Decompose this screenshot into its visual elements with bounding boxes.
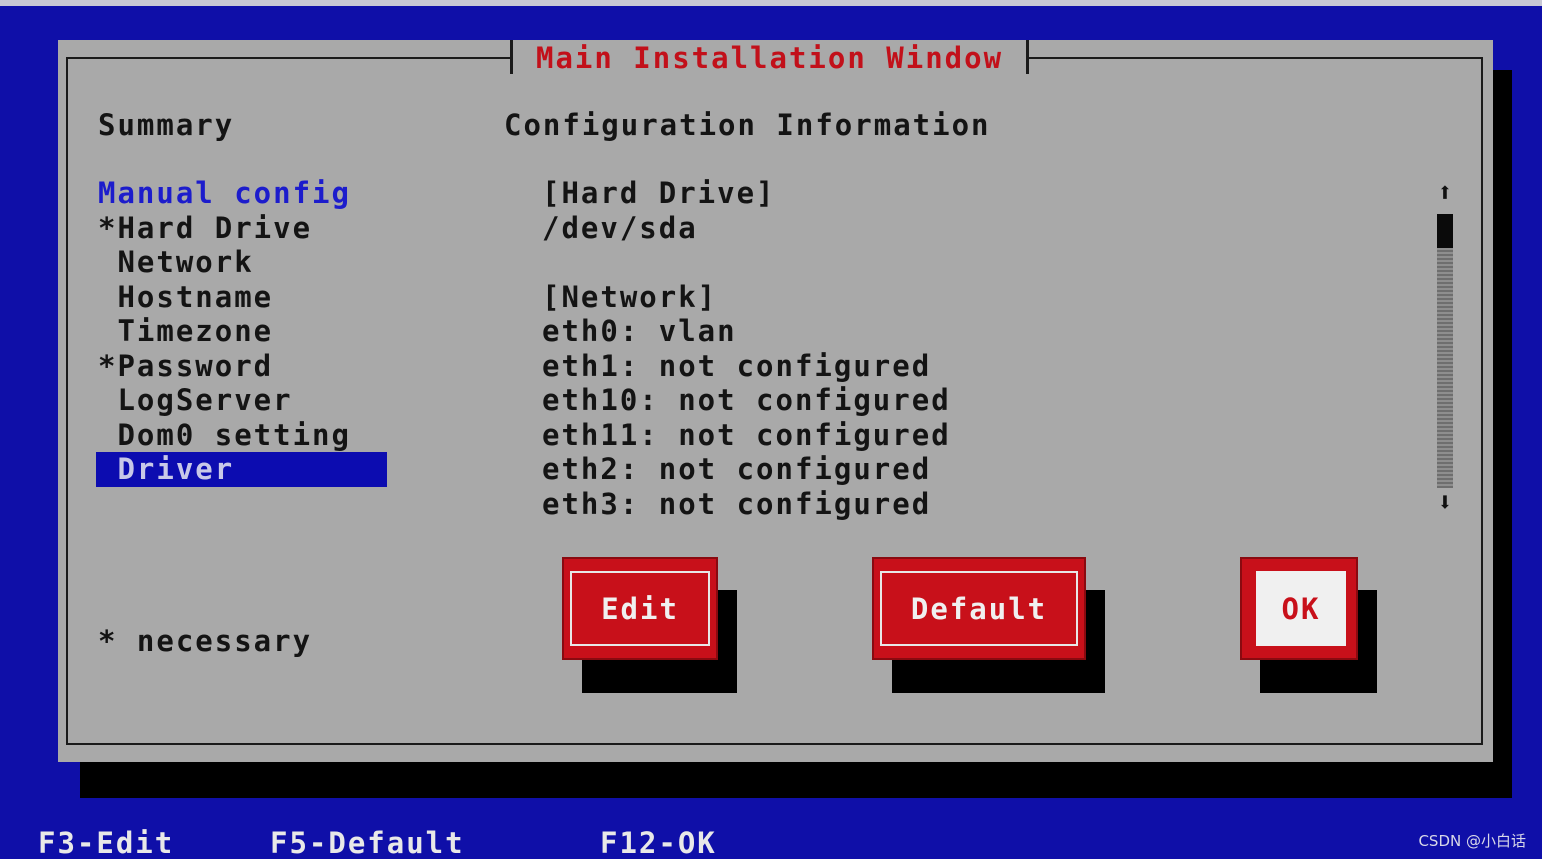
title-tick-right [1026, 40, 1030, 74]
necessary-note: * necessary [98, 624, 313, 658]
top-border [0, 0, 1542, 6]
menu-item-timezone[interactable]: Timezone [96, 314, 387, 349]
main-installation-window: Main Installation Window Summary Configu… [58, 40, 1493, 762]
menu-item-password[interactable]: *Password [96, 349, 387, 384]
f5-default-key[interactable]: F5-Default [270, 826, 465, 859]
menu-item-dom0-setting[interactable]: Dom0 setting [96, 418, 387, 453]
config-line: eth1: not configured [542, 348, 932, 383]
ok-button-label: OK [1281, 591, 1321, 626]
summary-heading: Summary [98, 108, 235, 142]
config-line: [Network] [542, 279, 718, 314]
arrow-down-icon[interactable]: ⬇ [1434, 490, 1456, 516]
ok-button[interactable]: OK [1240, 557, 1358, 660]
menu-item-hard-drive[interactable]: *Hard Drive [96, 211, 387, 246]
config-line: eth10: not configured [542, 383, 951, 417]
default-button-label: Default [910, 591, 1048, 626]
config-scrollbar[interactable]: ⬆ ⬇ [1434, 180, 1456, 516]
edit-button-label: Edit [601, 591, 679, 626]
config-line: eth11: not configured [542, 417, 951, 452]
menu-item-hostname[interactable]: Hostname [96, 280, 387, 315]
menu-item-driver[interactable]: Driver [96, 452, 387, 487]
scroll-track[interactable] [1437, 214, 1453, 488]
config-line: [Hard Drive] [542, 176, 776, 210]
f12-ok-key[interactable]: F12-OK [600, 826, 717, 859]
config-info-list: [Hard Drive] /dev/sda [Network] eth0: vl… [542, 176, 951, 521]
config-line: eth3: not configured [542, 486, 932, 521]
window-title-bar: Main Installation Window [510, 40, 1030, 76]
menu-item-logserver[interactable]: LogServer [96, 383, 387, 418]
installer-screen: Main Installation Window Summary Configu… [0, 0, 1542, 859]
edit-button-frame: Edit [570, 571, 710, 646]
function-key-bar: F3-Edit F5-Default F12-OK [0, 826, 1542, 859]
summary-menu: Manual config *Hard Drive Network Hostna… [96, 176, 387, 487]
config-line: eth0: vlan [542, 314, 737, 348]
default-button-frame: Default [880, 571, 1078, 646]
config-line [542, 245, 951, 280]
window-title: Main Installation Window [536, 41, 1004, 75]
scroll-thumb[interactable] [1437, 214, 1453, 248]
f3-edit-key[interactable]: F3-Edit [38, 826, 174, 859]
title-tick-left [510, 40, 513, 74]
config-heading: Configuration Information [504, 108, 991, 142]
default-button[interactable]: Default [872, 557, 1086, 660]
ok-button-frame: OK [1256, 571, 1346, 646]
config-line: /dev/sda [542, 210, 698, 245]
config-line: eth2: not configured [542, 452, 932, 486]
menu-group-manual-config: Manual config [98, 176, 351, 210]
watermark: CSDN @小白话 [1418, 832, 1526, 850]
arrow-up-icon[interactable]: ⬆ [1434, 180, 1456, 206]
edit-button[interactable]: Edit [562, 557, 718, 660]
menu-item-network[interactable]: Network [96, 245, 387, 280]
